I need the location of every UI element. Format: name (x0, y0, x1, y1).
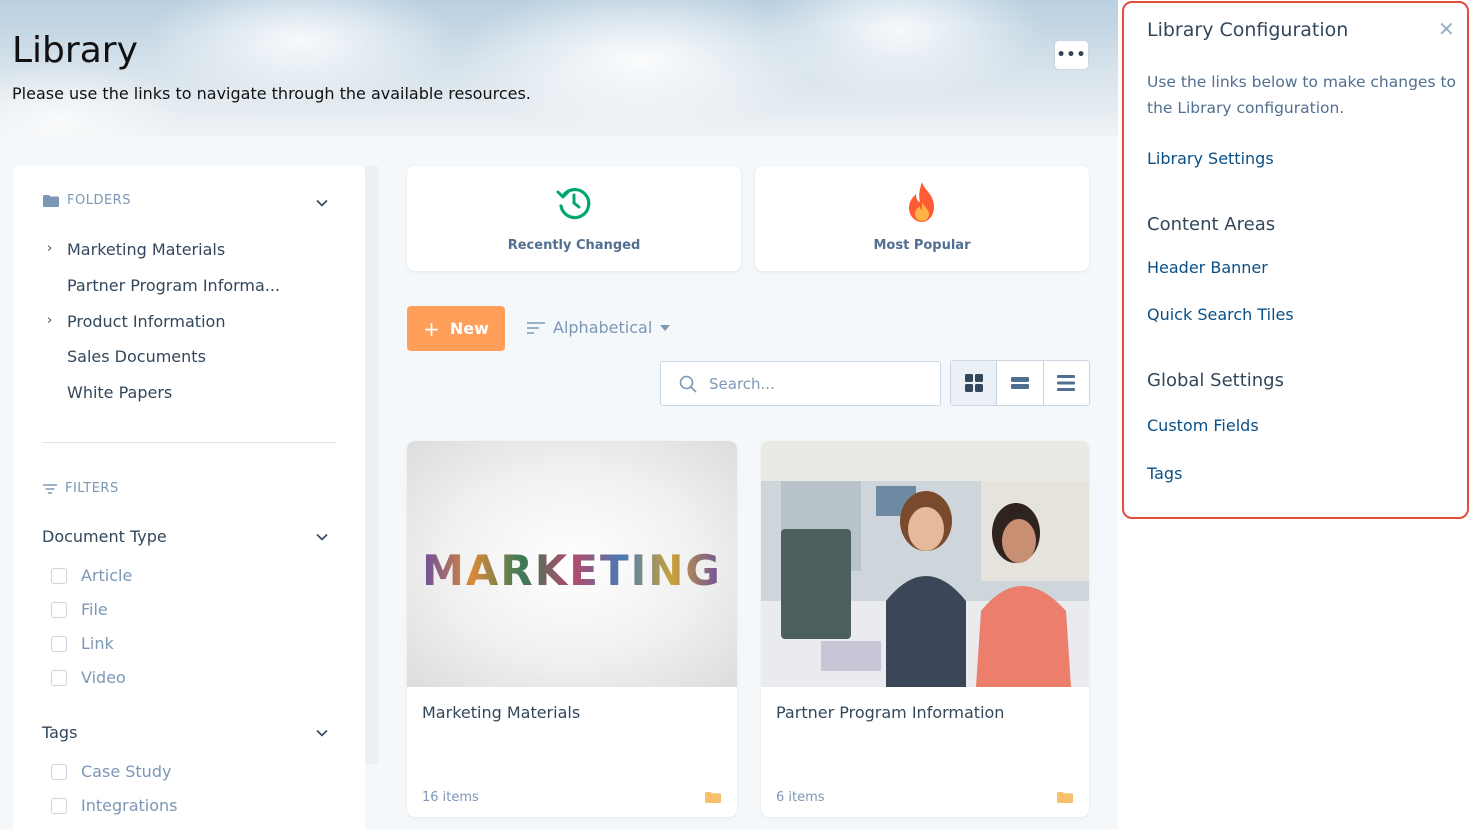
view-toggle (950, 360, 1090, 406)
folder-card-marketing-materials[interactable]: MARKETING Marketing Materials 16 items (407, 441, 737, 817)
list-icon (1010, 377, 1029, 389)
history-icon (556, 188, 591, 220)
option-label: Integrations (81, 796, 178, 815)
marketing-image-text: MARKETING (422, 545, 722, 595)
search-icon (679, 375, 697, 393)
compact-view-button[interactable] (1044, 361, 1089, 405)
library-configuration-panel: Library Configuration ✕ Use the links be… (1122, 1, 1469, 519)
folder-product-information[interactable]: Product Information (67, 312, 225, 331)
checkbox[interactable] (51, 763, 67, 780)
document-type-filter-label[interactable]: Document Type (42, 527, 167, 546)
checkbox[interactable] (51, 601, 67, 618)
option-label: Article (81, 566, 133, 585)
option-label: Link (81, 634, 114, 653)
folder-card-partner-program[interactable]: Partner Program Information 6 items (761, 441, 1089, 817)
sort-label: Alphabetical (553, 318, 653, 337)
panel-description: Use the links below to make changes to t… (1147, 73, 1457, 117)
tags-chevron-icon[interactable] (315, 726, 329, 740)
filter-option-case-study[interactable]: Case Study (51, 762, 171, 781)
library-app: Library Please use the links to navigate… (0, 0, 1118, 829)
header-banner (0, 0, 1118, 136)
checkbox[interactable] (51, 635, 67, 652)
card-title: Partner Program Information (776, 703, 1005, 722)
tile-label: Recently Changed (507, 238, 641, 253)
compact-list-icon (1057, 375, 1076, 391)
library-settings-link[interactable]: Library Settings (1147, 149, 1274, 168)
card-count: 6 items (776, 790, 825, 805)
more-options-button[interactable]: ••• (1054, 40, 1089, 70)
checkbox[interactable] (51, 669, 67, 686)
sidebar-scrollbar[interactable] (365, 166, 378, 764)
card-image: MARKETING (407, 441, 737, 687)
flame-icon (909, 182, 934, 222)
document-type-chevron-icon[interactable] (315, 530, 329, 544)
option-label: File (81, 600, 108, 619)
tile-recently-changed[interactable]: Recently Changed (407, 166, 741, 271)
custom-fields-link[interactable]: Custom Fields (1147, 416, 1259, 435)
tile-label: Most Popular (873, 238, 971, 253)
card-image (761, 441, 1089, 687)
option-label: Video (81, 668, 126, 687)
search-box[interactable] (660, 361, 941, 406)
filters-header: FILTERS (43, 481, 119, 496)
folders-header: FOLDERS (43, 193, 131, 208)
list-view-button[interactable] (997, 361, 1044, 405)
checkbox[interactable] (51, 797, 67, 814)
option-label: Case Study (81, 762, 172, 781)
folder-icon (705, 792, 721, 803)
sidebar-divider (42, 442, 336, 443)
grid-view-button[interactable] (951, 361, 998, 405)
close-icon[interactable]: ✕ (1438, 19, 1455, 39)
expand-product-information-chevron-icon[interactable]: › (47, 313, 52, 328)
sort-dropdown[interactable]: Alphabetical (527, 318, 671, 337)
card-title: Marketing Materials (422, 703, 581, 722)
new-button-label: New (449, 319, 489, 338)
filters-header-label: FILTERS (65, 481, 119, 496)
caret-down-icon (660, 324, 671, 331)
folder-icon (43, 194, 59, 207)
page-subtitle: Please use the links to navigate through… (12, 84, 531, 103)
new-button[interactable]: + New (407, 306, 505, 351)
folders-header-label: FOLDERS (67, 193, 131, 208)
quick-search-tiles-link[interactable]: Quick Search Tiles (1147, 305, 1294, 324)
filter-option-video[interactable]: Video (51, 668, 126, 687)
sort-icon (527, 321, 545, 334)
filter-option-integrations[interactable]: Integrations (51, 796, 178, 815)
folder-sales-documents[interactable]: Sales Documents (67, 347, 206, 366)
folder-marketing-materials[interactable]: Marketing Materials (67, 240, 225, 259)
tags-link[interactable]: Tags (1147, 464, 1182, 483)
global-settings-heading: Global Settings (1147, 370, 1284, 391)
filter-icon (43, 483, 57, 494)
plus-icon: + (423, 316, 440, 341)
filter-option-file[interactable]: File (51, 600, 108, 619)
filter-option-link[interactable]: Link (51, 634, 114, 653)
tile-most-popular[interactable]: Most Popular (755, 166, 1089, 271)
folder-icon (1057, 792, 1073, 803)
sidebar: FOLDERS › Marketing Materials Partner Pr… (13, 166, 365, 829)
folders-collapse-chevron-icon[interactable] (315, 196, 329, 210)
card-count: 16 items (422, 790, 479, 805)
content-areas-heading: Content Areas (1147, 214, 1276, 235)
header-banner-link[interactable]: Header Banner (1147, 258, 1268, 277)
page-title: Library (12, 30, 138, 71)
checkbox[interactable] (51, 567, 67, 584)
tags-filter-label[interactable]: Tags (42, 723, 77, 742)
folder-partner-program[interactable]: Partner Program Informa... (67, 276, 280, 295)
expand-marketing-materials-chevron-icon[interactable]: › (47, 241, 52, 256)
panel-title: Library Configuration (1147, 19, 1349, 41)
search-input[interactable] (709, 374, 909, 393)
grid-icon (964, 374, 983, 392)
folder-white-papers[interactable]: White Papers (67, 383, 172, 402)
filter-option-article[interactable]: Article (51, 566, 132, 585)
